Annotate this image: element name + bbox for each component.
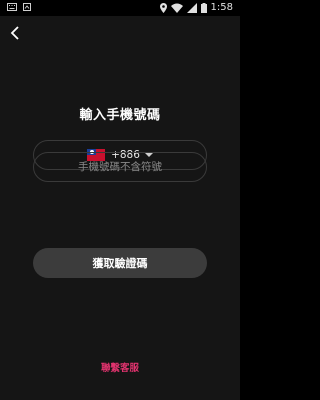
phone-field-container[interactable] <box>33 152 207 182</box>
wifi-icon <box>170 3 183 13</box>
phone-number-input[interactable] <box>48 160 192 174</box>
location-icon <box>159 3 167 13</box>
chevron-left-icon <box>10 26 19 40</box>
battery-icon <box>200 3 207 13</box>
screen: 輸入手機號碼 +886 獲取驗證碼 聯繫客服 <box>0 16 240 400</box>
get-verification-code-button[interactable]: 獲取驗證碼 <box>33 248 207 278</box>
notification-icon <box>23 3 31 11</box>
status-bar: 1:58 <box>0 0 240 16</box>
back-button[interactable] <box>6 24 24 42</box>
status-time: 1:58 <box>210 2 233 13</box>
page-title: 輸入手機號碼 <box>79 108 161 123</box>
keyboard-icon <box>7 3 17 11</box>
signal-icon <box>186 3 197 13</box>
contact-support-link[interactable]: 聯繫客服 <box>0 360 240 374</box>
